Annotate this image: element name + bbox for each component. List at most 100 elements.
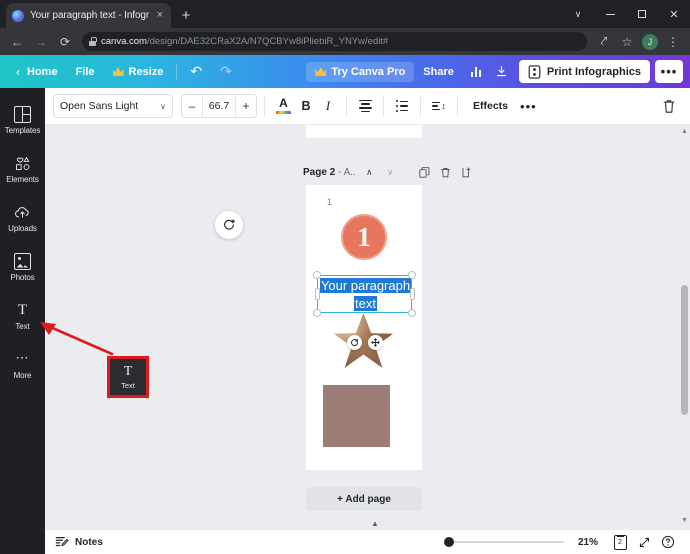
top-more-button[interactable]: •••: [655, 60, 683, 83]
text-color-icon: A: [276, 98, 291, 114]
redo-icon[interactable]: ↷: [211, 61, 241, 82]
font-family-select[interactable]: Open Sans Light ∨: [53, 94, 173, 118]
url-host: canva.com: [101, 36, 147, 47]
resize-handle-bottom-right[interactable]: [408, 309, 416, 317]
print-infographics-button[interactable]: Print Infographics: [519, 60, 650, 83]
format-more-button[interactable]: •••: [516, 94, 541, 118]
bullet-list-icon: [396, 100, 409, 112]
analytics-icon[interactable]: [463, 60, 489, 84]
url-path: /design/DAE32CRaX2A/N7QCBYw8iPliebiR_YNY…: [147, 36, 388, 47]
new-tab-button[interactable]: +: [176, 6, 196, 26]
numbered-badge-element[interactable]: 1: [341, 214, 387, 260]
add-page-button[interactable]: + Add page: [306, 487, 422, 511]
font-size-input[interactable]: 66.7: [202, 95, 236, 117]
add-comment-button[interactable]: [215, 211, 243, 239]
duplicate-page-button[interactable]: [417, 165, 432, 180]
window-close-icon[interactable]: ✕: [658, 0, 690, 28]
selected-text-1: Your paragraph: [320, 278, 411, 293]
text-color-button[interactable]: A: [272, 94, 295, 118]
sidebar-item-more[interactable]: ⋯ More: [0, 341, 45, 390]
spacing-button[interactable]: ↕: [428, 94, 450, 118]
fullscreen-button[interactable]: [632, 532, 656, 552]
download-icon[interactable]: [489, 60, 515, 84]
chart-bars-icon: [471, 66, 482, 77]
sidebar-item-photos[interactable]: Photos: [0, 243, 45, 292]
font-size-stepper[interactable]: – 66.7 +: [181, 94, 257, 118]
move-page-up-button[interactable]: ∧: [362, 165, 377, 180]
chevron-down-icon[interactable]: ∨: [562, 0, 594, 28]
move-icon: [371, 338, 380, 347]
page-count-button[interactable]: 2: [608, 532, 632, 552]
browser-tab[interactable]: Your paragraph text - Infographic ×: [6, 3, 171, 28]
forward-icon[interactable]: →: [30, 31, 52, 53]
notes-label: Notes: [75, 537, 103, 548]
undo-icon[interactable]: ↶: [181, 61, 211, 82]
text-tool-label: Text: [121, 381, 135, 390]
home-button[interactable]: ‹ Home: [7, 61, 67, 83]
move-handle[interactable]: [368, 335, 383, 350]
templates-icon: [14, 106, 31, 123]
mauve-rectangle-element[interactable]: [323, 385, 390, 447]
resize-handle-top-left[interactable]: [313, 271, 321, 279]
sidebar-item-elements[interactable]: Elements: [0, 145, 45, 194]
rotate-handle[interactable]: [347, 335, 362, 350]
address-bar[interactable]: canva.com/design/DAE32CRaX2A/N7QCBYw8iPl…: [82, 32, 587, 51]
page-count-icon: 2: [614, 535, 627, 550]
selected-text-element[interactable]: Your paragraph text: [317, 275, 412, 313]
close-icon[interactable]: ×: [155, 10, 165, 21]
list-button[interactable]: [391, 94, 413, 118]
resize-handle-left[interactable]: [315, 288, 320, 300]
reload-icon[interactable]: ⟳: [54, 31, 76, 53]
page-2-canvas[interactable]: 1 1 Your paragraph text: [306, 185, 422, 470]
scrollbar-thumb[interactable]: [681, 285, 688, 415]
font-size-decrease[interactable]: –: [182, 99, 202, 113]
sidebar-item-text[interactable]: T Text: [0, 292, 45, 341]
scroll-down-icon[interactable]: ▼: [681, 516, 688, 525]
more-icon: ⋯: [14, 351, 31, 368]
text-tool-callout[interactable]: T Text: [107, 356, 149, 398]
file-menu-button[interactable]: File: [67, 62, 104, 82]
delete-button[interactable]: [656, 94, 682, 118]
bookmark-star-icon[interactable]: ☆: [616, 31, 638, 53]
share-button[interactable]: Share: [414, 62, 463, 82]
resize-handle-top-right[interactable]: [408, 271, 416, 279]
maximize-icon[interactable]: [626, 0, 658, 28]
effects-button[interactable]: Effects: [465, 100, 516, 112]
sidebar-item-uploads[interactable]: Uploads: [0, 194, 45, 243]
move-page-down-button[interactable]: ∨: [383, 165, 398, 180]
spacing-arrow: ↕: [442, 102, 447, 111]
bold-button[interactable]: B: [295, 94, 317, 118]
page-1-thumbnail[interactable]: [306, 125, 422, 138]
help-button[interactable]: [656, 532, 680, 552]
minimize-icon[interactable]: [594, 0, 626, 28]
avatar[interactable]: J: [642, 34, 658, 50]
resize-label: Resize: [129, 66, 164, 78]
trash-icon: [662, 99, 676, 114]
try-canva-pro-button[interactable]: Try Canva Pro: [306, 62, 414, 82]
delete-page-button[interactable]: [438, 165, 453, 180]
canvas-workspace[interactable]: Page 2 - A.. ∧ ∨: [45, 125, 690, 529]
resize-handle-right[interactable]: [410, 288, 415, 300]
collapse-panel-handle[interactable]: ▲: [358, 517, 392, 529]
zoom-knob[interactable]: [444, 537, 454, 547]
font-size-increase[interactable]: +: [236, 99, 256, 113]
browser-titlebar: Your paragraph text - Infographic × + ∨ …: [0, 0, 690, 28]
star-image-element[interactable]: [334, 313, 393, 369]
zoom-slider[interactable]: [444, 535, 564, 549]
scroll-up-icon[interactable]: ▲: [681, 127, 688, 136]
back-icon[interactable]: ←: [6, 31, 28, 53]
resize-handle-bottom-left[interactable]: [313, 309, 321, 317]
italic-button[interactable]: I: [317, 94, 339, 118]
sidebar-item-templates[interactable]: Templates: [0, 96, 45, 145]
notes-button[interactable]: Notes: [55, 535, 103, 549]
browser-menu-icon[interactable]: ⋮: [662, 31, 684, 53]
align-button[interactable]: [354, 94, 376, 118]
vertical-scrollbar[interactable]: ▲ ▼: [679, 125, 690, 529]
sidebar-item-label: More: [14, 371, 32, 380]
lock-page-button[interactable]: [459, 165, 474, 180]
share-icon[interactable]: ⤤: [593, 31, 615, 53]
resize-button[interactable]: Resize: [104, 62, 173, 82]
bottom-status-bar: Notes 21% 2: [45, 529, 690, 554]
color-gradient-bar: [276, 111, 291, 114]
rotate-icon: [350, 338, 359, 347]
